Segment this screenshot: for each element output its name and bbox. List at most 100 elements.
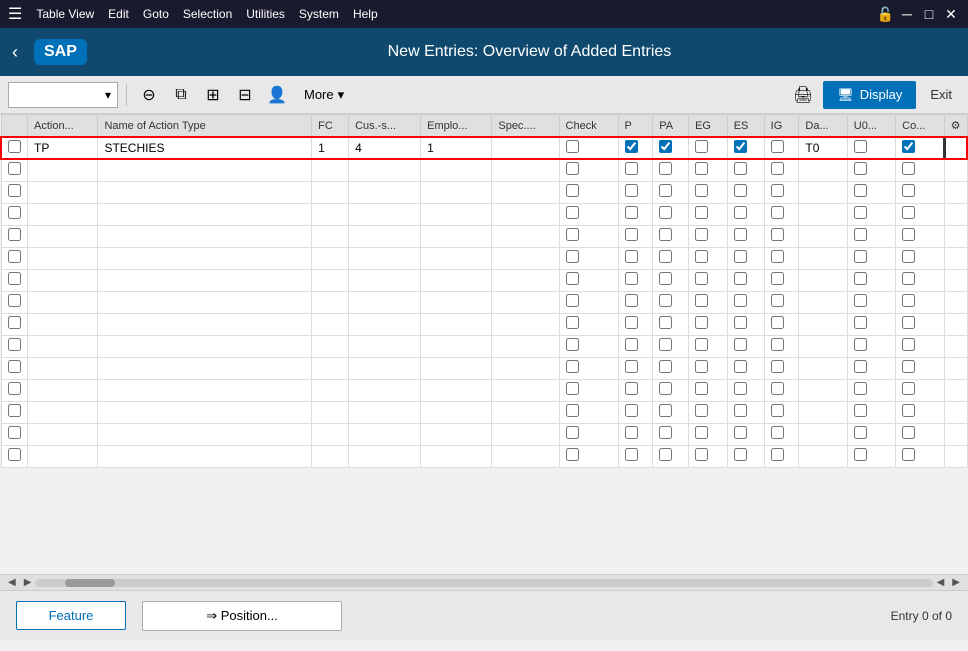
u0-cell[interactable] xyxy=(847,137,895,159)
ig-cb[interactable] xyxy=(771,338,784,351)
row-checkbox[interactable] xyxy=(8,316,21,329)
eg-cb[interactable] xyxy=(695,228,708,241)
u0-cb[interactable] xyxy=(854,250,867,263)
pa-cb[interactable] xyxy=(659,162,672,175)
col-settings[interactable]: ⚙ xyxy=(944,115,967,138)
pa-cb[interactable] xyxy=(659,316,672,329)
row-checkbox[interactable] xyxy=(8,338,21,351)
exit-button[interactable]: Exit xyxy=(922,83,960,106)
p-cb[interactable] xyxy=(625,162,638,175)
pa-cb[interactable] xyxy=(659,404,672,417)
menu-system[interactable]: System xyxy=(293,5,345,23)
eg-checkbox[interactable] xyxy=(695,140,708,153)
row-checkbox[interactable] xyxy=(8,140,21,153)
co-cb[interactable] xyxy=(902,404,915,417)
pa-cb[interactable] xyxy=(659,184,672,197)
p-cb[interactable] xyxy=(625,250,638,263)
p-cb[interactable] xyxy=(625,404,638,417)
es-cb[interactable] xyxy=(734,360,747,373)
es-checkbox[interactable] xyxy=(734,140,747,153)
h-scroll-thumb[interactable] xyxy=(65,579,115,587)
ig-cb[interactable] xyxy=(771,184,784,197)
es-cb[interactable] xyxy=(734,206,747,219)
row-checkbox[interactable] xyxy=(8,404,21,417)
co-cb[interactable] xyxy=(902,360,915,373)
eg-cb[interactable] xyxy=(695,404,708,417)
ig-cb[interactable] xyxy=(771,316,784,329)
es-cb[interactable] xyxy=(734,228,747,241)
user-icon[interactable]: 👤 xyxy=(263,81,291,109)
es-cb[interactable] xyxy=(734,382,747,395)
es-cb[interactable] xyxy=(734,184,747,197)
menu-utilities[interactable]: Utilities xyxy=(240,5,291,23)
p-cb[interactable] xyxy=(625,360,638,373)
maximize-button[interactable]: □ xyxy=(920,5,938,23)
u0-cb[interactable] xyxy=(854,272,867,285)
row-checkbox[interactable] xyxy=(8,250,21,263)
check-cb[interactable] xyxy=(566,404,579,417)
co-cb[interactable] xyxy=(902,162,915,175)
more-button[interactable]: More ▾ xyxy=(295,83,353,107)
co-cb[interactable] xyxy=(902,184,915,197)
u0-cb[interactable] xyxy=(854,448,867,461)
row-checkbox[interactable] xyxy=(8,382,21,395)
row-checkbox[interactable] xyxy=(8,272,21,285)
pa-cb[interactable] xyxy=(659,448,672,461)
menu-selection[interactable]: Selection xyxy=(177,5,238,23)
eg-cb[interactable] xyxy=(695,250,708,263)
co-checkbox[interactable] xyxy=(902,140,915,153)
row-checkbox[interactable] xyxy=(8,184,21,197)
es-cb[interactable] xyxy=(734,404,747,417)
h-scroll-track[interactable] xyxy=(35,579,932,587)
pa-cb[interactable] xyxy=(659,360,672,373)
pa-cb[interactable] xyxy=(659,382,672,395)
eg-cb[interactable] xyxy=(695,426,708,439)
check-cb[interactable] xyxy=(566,272,579,285)
check-cb[interactable] xyxy=(566,228,579,241)
eg-cb[interactable] xyxy=(695,184,708,197)
u0-cb[interactable] xyxy=(854,338,867,351)
u0-cb[interactable] xyxy=(854,360,867,373)
eg-cb[interactable] xyxy=(695,316,708,329)
pa-cb[interactable] xyxy=(659,228,672,241)
u0-cb[interactable] xyxy=(854,184,867,197)
check-cb[interactable] xyxy=(566,162,579,175)
co-cb[interactable] xyxy=(902,382,915,395)
minimize-button[interactable]: ─ xyxy=(898,5,916,23)
p-cb[interactable] xyxy=(625,206,638,219)
p-cb[interactable] xyxy=(625,338,638,351)
co-cb[interactable] xyxy=(902,448,915,461)
p-checkbox[interactable] xyxy=(625,140,638,153)
ig-cb[interactable] xyxy=(771,294,784,307)
grid-icon[interactable]: ⊟ xyxy=(231,81,259,109)
co-cb[interactable] xyxy=(902,272,915,285)
co-cb[interactable] xyxy=(902,250,915,263)
row-checkbox[interactable] xyxy=(8,360,21,373)
pa-cb[interactable] xyxy=(659,426,672,439)
es-cb[interactable] xyxy=(734,294,747,307)
minus-icon[interactable]: ⊖ xyxy=(135,81,163,109)
pa-cb[interactable] xyxy=(659,338,672,351)
u0-cb[interactable] xyxy=(854,162,867,175)
ig-cb[interactable] xyxy=(771,404,784,417)
horizontal-scrollbar[interactable]: ◀ ▶ ◀ ▶ xyxy=(0,574,968,590)
hamburger-icon[interactable]: ☰ xyxy=(8,4,22,24)
p-cb[interactable] xyxy=(625,448,638,461)
menu-edit[interactable]: Edit xyxy=(102,5,135,23)
ig-cb[interactable] xyxy=(771,448,784,461)
p-cb[interactable] xyxy=(625,316,638,329)
ig-cb[interactable] xyxy=(771,228,784,241)
pa-cb[interactable] xyxy=(659,272,672,285)
co-cb[interactable] xyxy=(902,338,915,351)
co-cb[interactable] xyxy=(902,294,915,307)
u0-cb[interactable] xyxy=(854,228,867,241)
eg-cell[interactable] xyxy=(689,137,728,159)
p-cb[interactable] xyxy=(625,228,638,241)
check-cb[interactable] xyxy=(566,250,579,263)
row-checkbox[interactable] xyxy=(8,162,21,175)
u0-checkbox[interactable] xyxy=(854,140,867,153)
ig-cb[interactable] xyxy=(771,272,784,285)
eg-cb[interactable] xyxy=(695,448,708,461)
position-button[interactable]: ⇒ Position... xyxy=(142,601,342,631)
ig-cell[interactable] xyxy=(764,137,799,159)
